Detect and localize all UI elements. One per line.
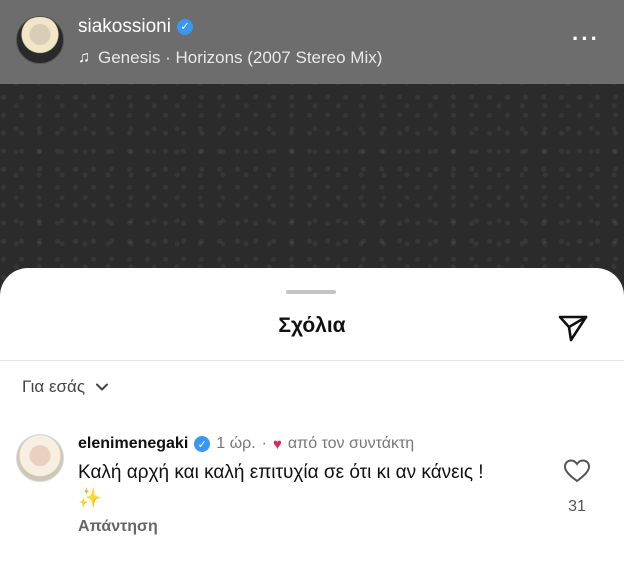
post-music-row[interactable]: ♫ Genesis · Horizons (2007 Stereo Mix) bbox=[78, 48, 382, 68]
post-author-row[interactable]: siakossioni ✓ bbox=[78, 16, 193, 38]
comment-filter-dropdown[interactable]: Για εσάς bbox=[22, 377, 109, 397]
drag-handle[interactable] bbox=[286, 290, 336, 294]
reply-button[interactable]: Απάντηση bbox=[78, 518, 158, 536]
author-heart-icon: ♥ bbox=[273, 435, 282, 453]
verified-icon: ✓ bbox=[176, 18, 193, 35]
chevron-down-icon bbox=[96, 383, 109, 391]
divider bbox=[0, 360, 624, 361]
commenter-username[interactable]: elenimenegaki bbox=[78, 435, 188, 453]
comment-text: Καλή αρχή και καλή επιτυχία σε ότι κι αν… bbox=[78, 462, 484, 509]
post-author-avatar[interactable] bbox=[16, 16, 64, 64]
commenter-avatar[interactable] bbox=[16, 434, 64, 482]
post-header: siakossioni ✓ ♫ Genesis · Horizons (2007 … bbox=[0, 0, 624, 84]
comments-sheet: Σχόλια Για εσάς elenimenegaki ✓ 1 ώρ. · … bbox=[0, 268, 624, 571]
meta-separator: · bbox=[261, 435, 267, 452]
verified-icon: ✓ bbox=[194, 436, 211, 452]
like-count: 31 bbox=[568, 498, 586, 515]
post-author-username[interactable]: siakossioni bbox=[78, 16, 171, 37]
post-music-label: Genesis · Horizons (2007 Stereo Mix) bbox=[98, 48, 383, 67]
sheet-title: Σχόλια bbox=[278, 314, 346, 337]
heart-like-icon[interactable] bbox=[563, 458, 591, 484]
author-liked-label: από τον συντάκτη bbox=[287, 435, 415, 452]
more-options-icon[interactable]: ··· bbox=[572, 26, 600, 52]
comment-item: elenimenegaki ✓ 1 ώρ. · ♥ από τον συντάκ… bbox=[0, 428, 624, 548]
music-note-icon: ♫ bbox=[78, 49, 90, 66]
comment-time: 1 ώρ. bbox=[216, 435, 256, 452]
comment-meta: elenimenegaki ✓ 1 ώρ. · ♥ από τον συντάκ… bbox=[78, 435, 414, 453]
share-send-icon[interactable] bbox=[556, 310, 590, 344]
filter-label: Για εσάς bbox=[22, 377, 86, 396]
